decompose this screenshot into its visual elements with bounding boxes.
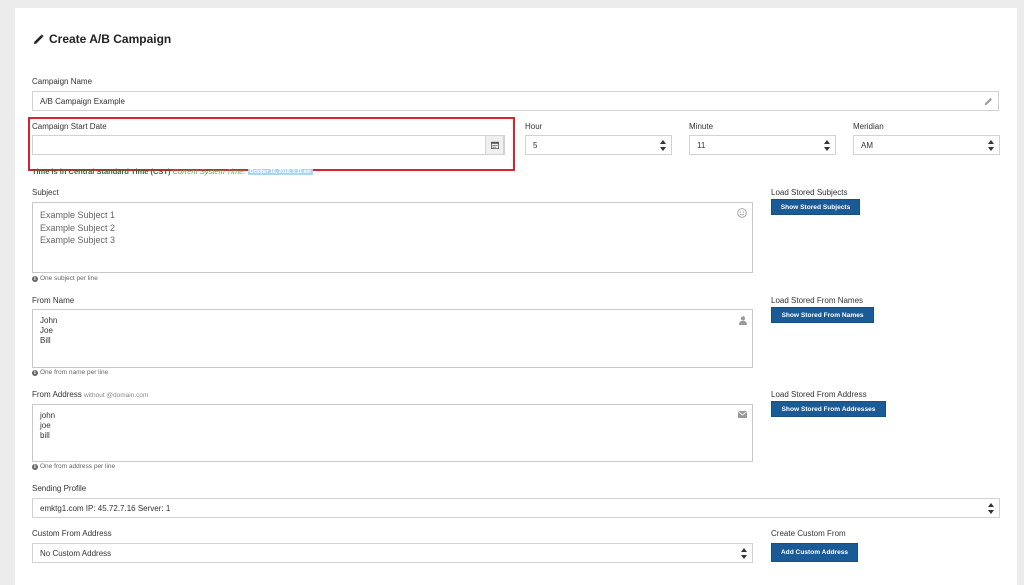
timezone-note: Time is in Central Standard Time (CST) C… bbox=[32, 167, 313, 176]
from-address-line: john bbox=[40, 411, 56, 420]
hour-select[interactable]: 5 bbox=[525, 135, 672, 155]
smiley-icon[interactable] bbox=[737, 208, 747, 218]
from-address-line: bill bbox=[40, 431, 50, 440]
calendar-icon bbox=[490, 141, 499, 149]
from-address-textarea[interactable]: john joe bill bbox=[32, 404, 753, 462]
from-name-help-text: One from name per line bbox=[40, 369, 109, 376]
calendar-button[interactable] bbox=[485, 135, 504, 155]
page-title: Create A/B Campaign bbox=[33, 32, 171, 46]
sending-profile-select[interactable]: emktg1.com IP: 45.72.7.16 Server: 1 bbox=[32, 498, 1000, 518]
load-from-names-label: Load Stored From Names bbox=[771, 296, 864, 305]
pencil-icon bbox=[33, 33, 44, 44]
from-name-help: i One from name per line bbox=[32, 369, 108, 376]
minute-select[interactable]: 11 bbox=[689, 135, 836, 155]
subject-line: Example Subject 3 bbox=[40, 235, 116, 245]
campaign-name-label: Campaign Name bbox=[32, 77, 93, 86]
from-name-line: Joe bbox=[40, 326, 53, 335]
from-address-line: joe bbox=[40, 421, 51, 430]
meridian-value: AM bbox=[861, 140, 873, 150]
timezone-text: Time is in Central Standard Time (CST) bbox=[32, 167, 171, 176]
info-icon: i bbox=[32, 463, 38, 470]
sort-icon bbox=[824, 140, 830, 151]
system-time-value: October 16, 2018, 5:11 am bbox=[247, 169, 313, 176]
pencil-icon bbox=[984, 98, 992, 106]
sort-icon bbox=[660, 140, 666, 151]
start-date-label: Campaign Start Date bbox=[32, 122, 107, 131]
from-name-line: Bill bbox=[40, 336, 51, 345]
from-name-label: From Name bbox=[32, 296, 75, 305]
from-address-help-text: One from address per line bbox=[40, 463, 116, 470]
minute-label: Minute bbox=[689, 122, 714, 131]
from-name-line: John bbox=[40, 316, 58, 325]
from-address-label-text: From Address bbox=[32, 390, 82, 399]
meridian-select[interactable]: AM bbox=[853, 135, 1000, 155]
show-stored-from-addresses-button[interactable]: Show Stored From Addresses bbox=[771, 401, 886, 417]
show-stored-subjects-button[interactable]: Show Stored Subjects bbox=[771, 199, 860, 215]
custom-from-label: Custom From Address bbox=[32, 529, 112, 538]
sending-profile-value: emktg1.com IP: 45.72.7.16 Server: 1 bbox=[40, 503, 171, 513]
sort-icon bbox=[988, 140, 994, 151]
sending-profile-label: Sending Profile bbox=[32, 484, 87, 493]
subject-line: Example Subject 2 bbox=[40, 222, 116, 233]
sort-icon bbox=[988, 503, 994, 514]
hour-label: Hour bbox=[525, 122, 543, 131]
add-custom-address-button[interactable]: Add Custom Address bbox=[771, 543, 858, 562]
custom-from-value: No Custom Address bbox=[40, 548, 112, 558]
load-from-address-label: Load Stored From Address bbox=[771, 390, 867, 399]
load-subjects-label: Load Stored Subjects bbox=[771, 188, 848, 197]
campaign-card: Create A/B Campaign Campaign Name A/B Ca… bbox=[15, 8, 1017, 585]
info-icon: i bbox=[32, 275, 38, 282]
subject-label: Subject bbox=[32, 188, 59, 197]
subject-help: i One subject per line bbox=[32, 275, 98, 282]
from-address-label: From Address without @domain.com bbox=[32, 390, 148, 399]
campaign-name-input[interactable]: A/B Campaign Example bbox=[32, 91, 999, 111]
custom-from-select[interactable]: No Custom Address bbox=[32, 543, 753, 563]
from-name-textarea[interactable]: John Joe Bill bbox=[32, 309, 753, 368]
create-custom-from-label: Create Custom From bbox=[771, 529, 846, 538]
system-time-label: Current System Time: bbox=[172, 167, 246, 176]
from-address-help: i One from address per line bbox=[32, 463, 115, 470]
page-title-text: Create A/B Campaign bbox=[49, 32, 172, 46]
sort-icon bbox=[741, 548, 747, 559]
show-stored-from-names-button[interactable]: Show Stored From Names bbox=[771, 307, 874, 323]
subject-line: Example Subject 1 bbox=[40, 210, 116, 220]
meridian-label: Meridian bbox=[853, 122, 884, 131]
subject-help-text: One subject per line bbox=[40, 275, 98, 282]
hour-value: 5 bbox=[533, 140, 538, 150]
info-icon: i bbox=[32, 369, 38, 376]
start-date-input[interactable] bbox=[32, 135, 505, 155]
minute-value: 11 bbox=[697, 140, 706, 150]
user-icon bbox=[739, 316, 747, 325]
envelope-icon bbox=[738, 411, 747, 418]
from-address-sublabel: without @domain.com bbox=[84, 392, 149, 399]
campaign-name-value: A/B Campaign Example bbox=[40, 96, 125, 106]
subject-textarea[interactable]: Example Subject 1 Example Subject 2 Exam… bbox=[32, 202, 753, 273]
